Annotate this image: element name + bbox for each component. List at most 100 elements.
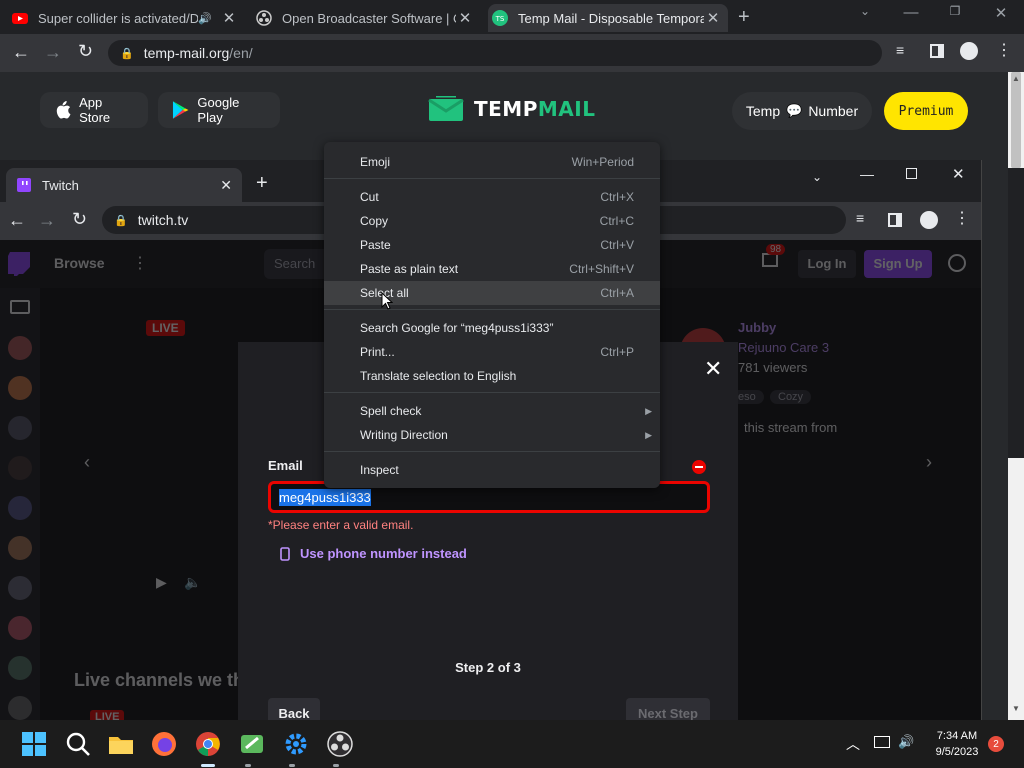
tempmail-icon: TS (492, 10, 508, 26)
reload-icon[interactable]: ↻ (72, 209, 87, 230)
twitch-sidebar (0, 288, 40, 728)
search-icon[interactable] (64, 730, 92, 758)
tab-search-icon[interactable]: ⌄ (812, 170, 822, 184)
media-controls-icon[interactable]: ≡ (896, 42, 904, 58)
tab-twitch[interactable]: Twitch ✕ (6, 168, 242, 202)
firefox-icon[interactable] (150, 730, 178, 758)
menu-item-paste-plain[interactable]: Paste as plain text Ctrl+Shift+V (324, 257, 660, 281)
user-icon[interactable] (948, 254, 966, 272)
system-clock[interactable]: 7:34 AM 9/5/2023 (928, 728, 986, 760)
app-store-button[interactable]: App Store (40, 92, 148, 128)
play-icon[interactable]: ▶ (156, 574, 167, 591)
avatar[interactable] (8, 496, 32, 520)
menu-item-select-all[interactable]: Select all Ctrl+A (324, 281, 660, 305)
network-icon[interactable] (874, 736, 890, 748)
paint-app-icon[interactable] (238, 730, 266, 758)
tab-youtube[interactable]: Super collider is activated/De 🔊 ✕ (8, 4, 244, 32)
browse-link[interactable]: Browse (54, 255, 105, 271)
signup-button[interactable]: Sign Up (864, 250, 932, 278)
media-controls-icon[interactable]: ≡ (856, 210, 864, 226)
scroll-down-arrow-icon[interactable]: ▼ (1012, 704, 1020, 713)
menu-item-paste[interactable]: Paste Ctrl+V (324, 233, 660, 257)
close-modal-icon[interactable]: ✕ (704, 356, 722, 382)
carousel-prev-icon[interactable]: ‹ (84, 452, 90, 473)
open-app-indicator (333, 764, 339, 767)
tag-chip[interactable]: Cozy (770, 390, 812, 404)
avatar[interactable] (8, 336, 32, 360)
menu-item-translate[interactable]: Translate selection to English (324, 364, 660, 388)
forward-arrow-icon[interactable]: → (44, 42, 62, 63)
game-name[interactable]: Rejuuno Care 3 (738, 340, 829, 355)
tray-chevron-icon[interactable]: ︿ (846, 734, 860, 754)
new-tab-button[interactable]: + (738, 6, 750, 29)
reload-icon[interactable]: ↻ (78, 41, 93, 62)
menu-item-emoji[interactable]: Emoji Win+Period (324, 150, 660, 174)
menu-item-cut[interactable]: Cut Ctrl+X (324, 185, 660, 209)
minimize-button[interactable]: — (888, 4, 934, 26)
restore-button[interactable]: ❐ (932, 4, 978, 26)
temp-number-button[interactable]: Temp 💬 Number (732, 92, 872, 130)
close-window-button[interactable]: ✕ (978, 4, 1024, 26)
streamer-name[interactable]: Jubby (738, 320, 776, 335)
menu-item-label: Emoji (360, 155, 391, 169)
minimize-button[interactable]: — (860, 166, 874, 182)
volume-icon[interactable]: 🔊 (898, 734, 914, 750)
avatar[interactable] (8, 536, 32, 560)
google-play-button[interactable]: Google Play (158, 92, 280, 128)
menu-item-search-google[interactable]: Search Google for “meg4puss1i333” (324, 316, 660, 340)
avatar[interactable] (8, 696, 32, 720)
close-tab-icon[interactable]: ✕ (704, 9, 722, 27)
premium-button[interactable]: Premium (884, 92, 968, 130)
forward-arrow-icon[interactable]: → (38, 210, 56, 231)
chrome-icon[interactable] (194, 730, 222, 758)
back-arrow-icon[interactable]: ← (12, 42, 30, 63)
tab-obs[interactable]: Open Broadcaster Software | OBS ✕ (252, 4, 480, 32)
video-icon[interactable] (10, 300, 30, 314)
profile-avatar-icon[interactable] (960, 42, 978, 60)
profile-avatar-icon[interactable] (920, 211, 938, 229)
windows-start-icon[interactable] (20, 730, 48, 758)
obs-icon[interactable] (326, 730, 354, 758)
carousel-next-icon[interactable]: › (926, 452, 932, 473)
outer-address-bar[interactable]: 🔒 temp-mail.org/en/ (108, 40, 882, 66)
scrollbar-thumb[interactable] (1011, 72, 1021, 168)
temp-number-label-b: Number (808, 103, 859, 119)
close-tab-icon[interactable]: ✕ (220, 9, 238, 27)
avatar[interactable] (8, 376, 32, 400)
avatar[interactable] (8, 416, 32, 440)
menu-item-spell-check[interactable]: Spell check ▶ (324, 399, 660, 423)
back-arrow-icon[interactable]: ← (8, 210, 26, 231)
menu-item-writing-direction[interactable]: Writing Direction ▶ (324, 423, 660, 447)
avatar[interactable] (8, 576, 32, 600)
tab-search-icon[interactable]: ⌄ (842, 4, 888, 26)
scroll-up-arrow-icon[interactable]: ▲ (1012, 74, 1020, 83)
inbox-icon[interactable] (762, 253, 778, 267)
notification-count-badge[interactable]: 2 (988, 736, 1004, 752)
twitch-logo-icon[interactable] (8, 252, 30, 276)
volume-icon[interactable]: 🔈 (184, 574, 201, 591)
tempmail-logo[interactable]: TEMP MAIL (428, 96, 595, 122)
page-scrollbar[interactable]: ▼ (1008, 72, 1024, 728)
new-tab-button[interactable]: + (256, 172, 268, 195)
settings-gear-icon[interactable] (282, 730, 310, 758)
side-panel-icon[interactable] (930, 44, 944, 58)
menu-item-print[interactable]: Print... Ctrl+P (324, 340, 660, 364)
use-phone-button[interactable]: Use phone number instead (280, 546, 467, 561)
close-tab-icon[interactable]: ✕ (456, 9, 474, 27)
avatar[interactable] (8, 656, 32, 680)
side-panel-icon[interactable] (888, 213, 902, 227)
menu-item-inspect[interactable]: Inspect (324, 458, 660, 482)
maximize-button[interactable] (906, 168, 917, 179)
close-tab-icon[interactable]: ✕ (220, 177, 232, 194)
menu-kebab-icon[interactable]: ⋮ (996, 40, 1012, 60)
menu-kebab-icon[interactable]: ⋮ (954, 208, 970, 228)
more-kebab-icon[interactable]: ⋮ (132, 253, 148, 273)
file-explorer-icon[interactable] (107, 730, 135, 758)
menu-item-copy[interactable]: Copy Ctrl+C (324, 209, 660, 233)
tab-tempmail[interactable]: TS Temp Mail - Disposable Temporary Emai… (488, 4, 728, 32)
login-button[interactable]: Log In (798, 250, 856, 278)
avatar[interactable] (8, 616, 32, 640)
speaker-icon[interactable]: 🔊 (198, 12, 212, 25)
avatar[interactable] (8, 456, 32, 480)
close-window-button[interactable]: ✕ (952, 165, 965, 183)
